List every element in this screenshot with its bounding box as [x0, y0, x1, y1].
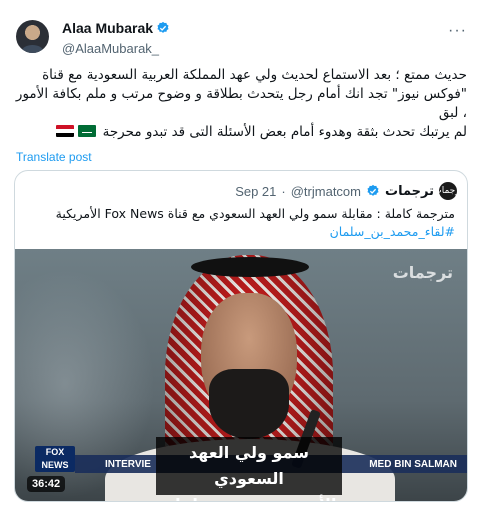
quoted-tweet-header: ترجمات ترجمات @trjmatcom · Sep 21 [25, 181, 463, 201]
verified-badge-icon [157, 21, 169, 33]
separator-dot: · [281, 183, 286, 199]
tweet-line: "فوكس نيوز" تجد انك أمام رجل يتحدث بطلاق… [15, 86, 467, 121]
fox-news-logo: FOX NEWS [35, 446, 75, 472]
video-player[interactable]: ترجمات INTERVIE MED BIN SALMAN FOX NEWS … [15, 249, 467, 501]
lower-third-left: INTERVIE [105, 458, 151, 470]
author-handle[interactable]: @AlaaMubarak_ [62, 41, 170, 56]
quoted-tweet-date[interactable]: Sep 21 [235, 184, 276, 199]
tweet-line-text: لم يرتبك تحدث بثقة وهدوء أمام بعض الأسئل… [102, 124, 467, 140]
verified-badge-icon [367, 184, 379, 196]
video-caption: سمو ولي العهد السعودي الأمير محمد بن سلم… [156, 437, 342, 501]
egypt-flag-icon [56, 125, 75, 137]
channel-watermark: ترجمات [392, 263, 453, 282]
quoted-tweet-text: مترجمة كاملة : مقابلة سمو ولي العهد السع… [27, 205, 455, 241]
caption-line: الأمير محمد بن سلمان [156, 492, 342, 501]
quoted-tweet-line: مترجمة كاملة : مقابلة سمو ولي العهد السع… [55, 206, 455, 221]
author-name[interactable]: Alaa Mubarak [62, 20, 170, 36]
tweet-line: حديث ممتع ؛ بعد الاستماع لحديث ولي عهد ا… [42, 67, 467, 83]
saudi-flag-icon [78, 125, 97, 137]
quoted-author-avatar[interactable]: ترجمات [433, 182, 463, 200]
video-duration: 36:42 [27, 476, 66, 492]
more-options-icon[interactable]: ··· [448, 22, 467, 40]
quoted-author-handle[interactable]: @trjmatcom [291, 184, 361, 199]
tweet-line: لم يرتبك تحدث بثقة وهدوء أمام بعض الأسئل… [12, 123, 467, 142]
author-info[interactable]: Alaa Mubarak @AlaaMubarak_ [62, 20, 170, 56]
hashtag-link[interactable]: #لقاء_محمد_بن_سلمان [27, 223, 455, 241]
author-avatar[interactable] [16, 20, 49, 53]
quoted-tweet-card[interactable]: ترجمات ترجمات @trjmatcom · Sep 21 مترجمة… [14, 170, 468, 502]
lower-third-right: MED BIN SALMAN [369, 458, 457, 470]
author-name-text[interactable]: Alaa Mubarak [62, 20, 153, 36]
caption-line: سمو ولي العهد السعودي [188, 443, 310, 488]
translate-post-link[interactable]: Translate post [16, 150, 92, 164]
beard [209, 369, 289, 439]
quoted-author-name[interactable]: ترجمات [385, 184, 434, 199]
agal [191, 257, 309, 277]
tweet-text: حديث ممتع ؛ بعد الاستماع لحديث ولي عهد ا… [12, 66, 467, 142]
tweet-header: Alaa Mubarak @AlaaMubarak_ ··· [16, 14, 471, 58]
